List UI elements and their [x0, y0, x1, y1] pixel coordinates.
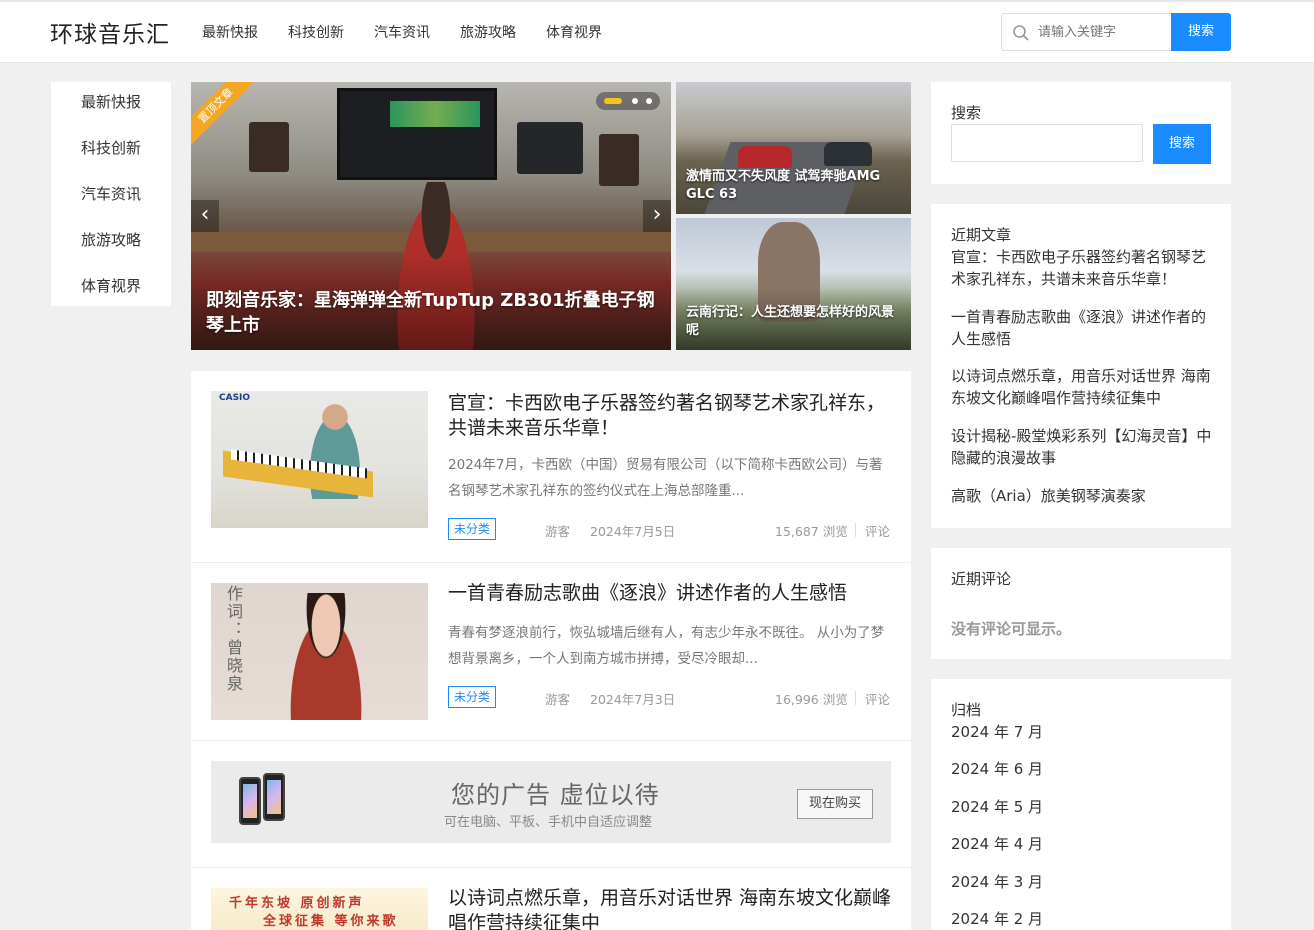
category-tag[interactable]: 未分类 [448, 518, 497, 540]
left-nav-item-travel[interactable]: 旅游攻略 [51, 220, 171, 266]
article-thumbnail[interactable]: 作词：曾晓泉 [211, 583, 428, 720]
divider [191, 867, 911, 868]
slider-pagination [596, 92, 660, 110]
article-thumbnail[interactable]: 千年东坡 原创新声 全球征集 等你来歌 [211, 888, 428, 930]
article-excerpt: 2024年7月，卡西欧（中国）贸易有限公司（以下简称卡西欧公司）与著名钢琴艺术家… [448, 457, 883, 499]
top-nav: 最新快报 科技创新 汽车资讯 旅游攻略 体育视界 [202, 22, 632, 42]
left-nav-item-tech[interactable]: 科技创新 [51, 128, 171, 174]
search-widget: 搜索 搜索 [931, 82, 1231, 184]
header-search-box[interactable] [1001, 13, 1171, 51]
tile-image-car [738, 146, 792, 168]
archive-link[interactable]: 2024 年 6 月 [951, 758, 1213, 780]
article-thumbnail[interactable]: CASIO [211, 391, 428, 528]
article-date: 2024年7月5日 [590, 524, 676, 539]
slider-dot[interactable] [632, 98, 638, 104]
tile-caption[interactable]: 云南行记：人生还想要怎样好的风景呢 [686, 304, 901, 340]
article-title[interactable]: 官宣：卡西欧电子乐器签约著名钢琴艺术家孔祥东，共谱未来音乐华章！ [448, 391, 893, 441]
archive-link[interactable]: 2024 年 5 月 [951, 796, 1213, 818]
thumbnail-text: 全球征集 等你来歌 [263, 914, 399, 929]
recent-post-link[interactable]: 以诗词点燃乐章，用音乐对话世界 海南东坡文化巅峰唱作营持续征集中 [951, 365, 1213, 409]
slider-caption[interactable]: 即刻音乐家：星海弹弹全新TupTup ZB301折叠电子钢琴上市 [206, 288, 656, 338]
article-excerpt: 青春有梦逐浪前行，恢弘城墙后继有人，有志少年永不既往。 从小为了梦想背景离乡，一… [448, 625, 885, 667]
thumbnail-vertical-text: 作词：曾晓泉 [224, 585, 243, 693]
left-nav-item-latest[interactable]: 最新快报 [51, 82, 171, 128]
recent-post-link[interactable]: 一首青春励志歌曲《逐浪》讲述作者的人生感悟 [951, 306, 1213, 350]
recent-posts-widget: 近期文章 官宣：卡西欧电子乐器签约著名钢琴艺术家孔祥东，共谱未来音乐华章！ 一首… [931, 204, 1231, 528]
phone-icon [263, 773, 285, 821]
header-search-button[interactable]: 搜索 [1171, 13, 1231, 51]
archive-link[interactable]: 2024 年 4 月 [951, 833, 1213, 855]
article-list: CASIO 官宣：卡西欧电子乐器签约著名钢琴艺术家孔祥东，共谱未来音乐华章！ 2… [191, 371, 911, 930]
slider-dot[interactable] [646, 98, 652, 104]
featured-tile-car[interactable]: 激情而又不失风度 试驾奔驰AMG GLC 63 [676, 82, 911, 214]
category-tag[interactable]: 未分类 [448, 686, 497, 708]
slider-image-speaker [599, 134, 639, 186]
top-nav-item-auto[interactable]: 汽车资讯 [374, 22, 430, 42]
tile-image-car [824, 142, 872, 166]
tile-caption[interactable]: 激情而又不失风度 试驾奔驰AMG GLC 63 [686, 168, 901, 204]
article-comments-link[interactable]: 评论 [865, 689, 890, 708]
article-author[interactable]: 游客 [545, 689, 570, 708]
widget-title: 近期文章 [951, 226, 1012, 244]
archive-link[interactable]: 2024 年 3 月 [951, 871, 1213, 893]
phone-icon [239, 777, 261, 825]
ad-title: 您的广告 虚位以待 [451, 781, 660, 809]
thumbnail-person [281, 593, 371, 720]
article-title[interactable]: 一首青春励志歌曲《逐浪》讲述作者的人生感悟 [448, 581, 893, 606]
top-nav-item-latest[interactable]: 最新快报 [202, 22, 258, 42]
slider-image-speaker [249, 122, 289, 172]
recent-post-link[interactable]: 高歌（Aria）旅美钢琴演奏家 [951, 485, 1213, 507]
archives-widget: 归档 2024 年 7 月 2024 年 6 月 2024 年 5 月 2024… [931, 679, 1231, 930]
recent-comments-widget: 近期评论 没有评论可显示。 [931, 548, 1231, 659]
article-date: 2024年7月3日 [590, 692, 676, 707]
ad-buy-button[interactable]: 现在购买 [797, 789, 873, 819]
recent-post-link[interactable]: 官宣：卡西欧电子乐器签约著名钢琴艺术家孔祥东，共谱未来音乐华章！ [951, 246, 1213, 290]
recent-post-link[interactable]: 设计揭秘-殿堂焕彩系列【幻海灵音】中隐藏的浪漫故事 [951, 425, 1213, 469]
widget-title: 搜索 [951, 104, 982, 122]
meta-divider [855, 691, 856, 705]
ad-banner[interactable]: 您的广告 虚位以待 可在电脑、平板、手机中自适应调整 现在购买 [211, 761, 891, 843]
archive-link[interactable]: 2024 年 2 月 [951, 908, 1213, 930]
thumbnail-text: 千年东坡 原创新声 [229, 896, 365, 911]
top-nav-item-tech[interactable]: 科技创新 [288, 22, 344, 42]
featured-slider[interactable]: 置顶文章 ‹ › 即刻音乐家：星海弹弹全新TupTup ZB301折叠电子钢琴上… [191, 82, 671, 350]
sidebar-search-button[interactable]: 搜索 [1153, 124, 1211, 164]
top-nav-item-sports[interactable]: 体育视界 [546, 22, 602, 42]
slider-image-laptop [517, 122, 583, 174]
widget-title: 归档 [951, 701, 982, 719]
article-title[interactable]: 以诗词点燃乐章，用音乐对话世界 海南东坡文化巅峰唱作营持续征集中 [448, 886, 893, 930]
divider [191, 562, 911, 563]
featured-tile-travel[interactable]: 云南行记：人生还想要怎样好的风景呢 [676, 218, 911, 350]
article-author[interactable]: 游客 [545, 521, 570, 540]
casio-logo: CASIO [219, 393, 251, 403]
left-nav-item-auto[interactable]: 汽车资讯 [51, 174, 171, 220]
left-category-nav: 最新快报 科技创新 汽车资讯 旅游攻略 体育视界 [51, 82, 171, 306]
site-logo[interactable]: 环球音乐汇 [50, 15, 170, 49]
widget-title: 近期评论 [951, 570, 1012, 588]
header-search-input[interactable] [1038, 22, 1164, 42]
article-comments-link[interactable]: 评论 [865, 521, 890, 540]
no-comments-text: 没有评论可显示。 [951, 620, 1072, 638]
search-icon [1013, 25, 1029, 41]
ad-subtitle: 可在电脑、平板、手机中自适应调整 [444, 815, 653, 830]
archive-link[interactable]: 2024 年 7 月 [951, 721, 1213, 743]
article-views: 15,687 浏览 [775, 524, 848, 539]
left-nav-item-sports[interactable]: 体育视界 [51, 266, 171, 312]
slider-dot-active[interactable] [604, 98, 622, 104]
slider-next-button[interactable]: › [643, 200, 671, 232]
top-nav-item-travel[interactable]: 旅游攻略 [460, 22, 516, 42]
meta-divider [855, 523, 856, 537]
article-views: 16,996 浏览 [775, 692, 848, 707]
slider-image-monitor [337, 88, 497, 180]
slider-prev-button[interactable]: ‹ [191, 200, 219, 232]
sidebar-search-input[interactable] [951, 124, 1143, 162]
divider [191, 740, 911, 741]
